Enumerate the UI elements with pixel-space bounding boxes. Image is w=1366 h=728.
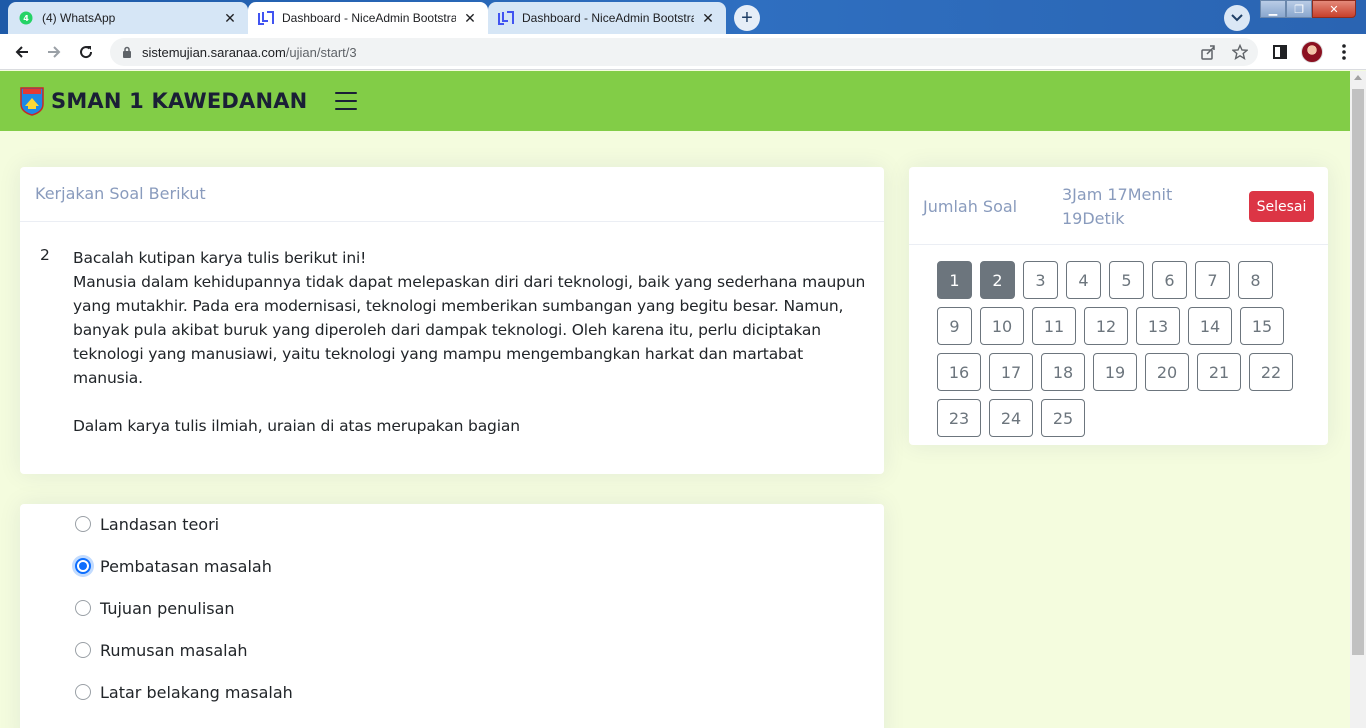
share-icon[interactable] (1200, 44, 1216, 63)
scrollbar-thumb[interactable] (1352, 89, 1364, 655)
question-count-label: Jumlah Soal (923, 197, 1018, 216)
tab-search-button[interactable] (1224, 5, 1250, 31)
question-nav-button-2[interactable]: 2 (980, 261, 1015, 299)
arrow-right-icon (48, 46, 61, 58)
radio-button[interactable] (75, 642, 91, 658)
bookmark-star-icon[interactable] (1231, 43, 1249, 63)
url-path: /ujian/start/3 (285, 44, 357, 60)
question-nav-button-13[interactable]: 13 (1136, 307, 1180, 345)
close-icon[interactable]: ✕ (222, 10, 238, 27)
address-bar[interactable]: sistemujian.saranaa.com/ujian/start/3 (110, 38, 1258, 66)
question-nav-button-1[interactable]: 1 (937, 261, 972, 299)
reload-icon (80, 46, 93, 59)
school-logo-icon[interactable] (19, 86, 45, 116)
minimize-button[interactable]: ▁ (1260, 0, 1286, 18)
question-number: 2 (40, 246, 50, 264)
profile-avatar[interactable] (1300, 40, 1324, 64)
question-card: Kerjakan Soal Berikut 2 Bacalah kutipan … (20, 167, 884, 474)
niceadmin-icon (258, 10, 274, 26)
question-nav-button-6[interactable]: 6 (1152, 261, 1187, 299)
whatsapp-icon: 4 (18, 10, 34, 26)
page: SMAN 1 KAWEDANAN Kerjakan Soal Berikut 2… (0, 71, 1350, 728)
answer-options-card: Landasan teori Pembatasan masalah Tujuan… (20, 504, 884, 728)
site-header: SMAN 1 KAWEDANAN (0, 71, 1350, 131)
browser-toolbar: sistemujian.saranaa.com/ujian/start/3 (0, 34, 1366, 70)
radio-button[interactable] (75, 684, 91, 700)
radio-button[interactable] (75, 516, 91, 532)
question-navigation-card: Jumlah Soal 3Jam 17Menit 19Detik Selesai… (909, 167, 1328, 445)
question-nav-button-7[interactable]: 7 (1195, 261, 1230, 299)
tab-dashboard-active[interactable]: Dashboard - NiceAdmin Bootstra ✕ (248, 2, 488, 34)
question-nav-button-24[interactable]: 24 (989, 399, 1033, 437)
tab-dashboard[interactable]: Dashboard - NiceAdmin Bootstra ✕ (488, 2, 726, 34)
question-nav-button-21[interactable]: 21 (1197, 353, 1241, 391)
question-nav-button-20[interactable]: 20 (1145, 353, 1189, 391)
browser-tab-bar: 4 (4) WhatsApp ✕ Dashboard - NiceAdmin B… (0, 0, 1366, 34)
option-label: Latar belakang masalah (100, 682, 293, 702)
url-host: sistemujian.saranaa.com (142, 44, 286, 60)
question-prompt: Dalam karya tulis ilmiah, uraian di atas… (73, 417, 520, 435)
option-pembatasan-masalah[interactable]: Pembatasan masalah (75, 556, 272, 576)
tab-title: Dashboard - NiceAdmin Bootstra (522, 11, 694, 25)
menu-toggle-icon[interactable] (335, 92, 358, 110)
radio-button-selected[interactable] (75, 558, 91, 574)
lock-icon (122, 46, 132, 58)
tab-whatsapp[interactable]: 4 (4) WhatsApp ✕ (8, 2, 248, 34)
question-nav-button-12[interactable]: 12 (1084, 307, 1128, 345)
question-nav-button-8[interactable]: 8 (1238, 261, 1273, 299)
arrow-left-icon (15, 46, 28, 58)
chevron-down-icon (1231, 14, 1243, 22)
window-close-button[interactable]: ✕ (1312, 0, 1356, 18)
forward-button[interactable] (42, 40, 66, 64)
question-nav-button-15[interactable]: 15 (1240, 307, 1284, 345)
close-icon[interactable]: ✕ (700, 10, 716, 27)
scroll-up-arrow-icon[interactable] (1354, 75, 1362, 80)
navigation-card-header: Jumlah Soal 3Jam 17Menit 19Detik Selesai (909, 167, 1328, 245)
option-label: Tujuan penulisan (100, 598, 235, 618)
reload-button[interactable] (74, 40, 98, 64)
restore-button[interactable]: ❐ (1286, 0, 1312, 18)
avatar (1301, 41, 1323, 63)
window-controls: ▁ ❐ ✕ (1260, 0, 1356, 20)
question-nav-button-10[interactable]: 10 (980, 307, 1024, 345)
option-label: Rumusan masalah (100, 640, 248, 660)
question-nav-button-3[interactable]: 3 (1023, 261, 1058, 299)
tab-title: Dashboard - NiceAdmin Bootstra (282, 11, 456, 25)
option-label: Landasan teori (100, 514, 220, 534)
question-card-title: Kerjakan Soal Berikut (20, 167, 884, 222)
question-nav-button-5[interactable]: 5 (1109, 261, 1144, 299)
browser-menu-icon[interactable] (1334, 40, 1354, 64)
question-nav-button-11[interactable]: 11 (1032, 307, 1076, 345)
brand-name[interactable]: SMAN 1 KAWEDANAN (51, 89, 307, 113)
question-nav-button-4[interactable]: 4 (1066, 261, 1101, 299)
question-nav-button-19[interactable]: 19 (1093, 353, 1137, 391)
question-nav-button-23[interactable]: 23 (937, 399, 981, 437)
option-landasan-teori[interactable]: Landasan teori (75, 514, 219, 534)
side-panel-icon[interactable] (1270, 40, 1290, 64)
countdown-timer: 3Jam 17Menit 19Detik (1062, 185, 1173, 228)
page-scrollbar[interactable] (1350, 71, 1366, 728)
niceadmin-icon (498, 10, 514, 26)
option-label: Pembatasan masalah (100, 556, 272, 576)
close-icon[interactable]: ✕ (462, 10, 478, 27)
back-button[interactable] (10, 40, 34, 64)
question-nav-button-14[interactable]: 14 (1188, 307, 1232, 345)
question-nav-button-22[interactable]: 22 (1249, 353, 1293, 391)
question-nav-button-17[interactable]: 17 (989, 353, 1033, 391)
question-nav-button-9[interactable]: 9 (937, 307, 972, 345)
question-passage: Manusia dalam kehidupannya tidak dapat m… (73, 273, 866, 387)
question-nav-button-18[interactable]: 18 (1041, 353, 1085, 391)
question-nav-button-16[interactable]: 16 (937, 353, 981, 391)
question-instruction: Bacalah kutipan karya tulis berikut ini! (73, 249, 367, 267)
finish-button[interactable]: Selesai (1249, 191, 1314, 222)
svg-text:4: 4 (23, 14, 29, 23)
question-text: Bacalah kutipan karya tulis berikut ini!… (73, 246, 873, 438)
option-latar-belakang-masalah[interactable]: Latar belakang masalah (75, 682, 293, 702)
new-tab-button[interactable]: + (734, 5, 760, 31)
option-tujuan-penulisan[interactable]: Tujuan penulisan (75, 598, 235, 618)
tab-title: (4) WhatsApp (42, 11, 116, 25)
radio-button[interactable] (75, 600, 91, 616)
option-rumusan-masalah[interactable]: Rumusan masalah (75, 640, 248, 660)
question-nav-button-25[interactable]: 25 (1041, 399, 1085, 437)
